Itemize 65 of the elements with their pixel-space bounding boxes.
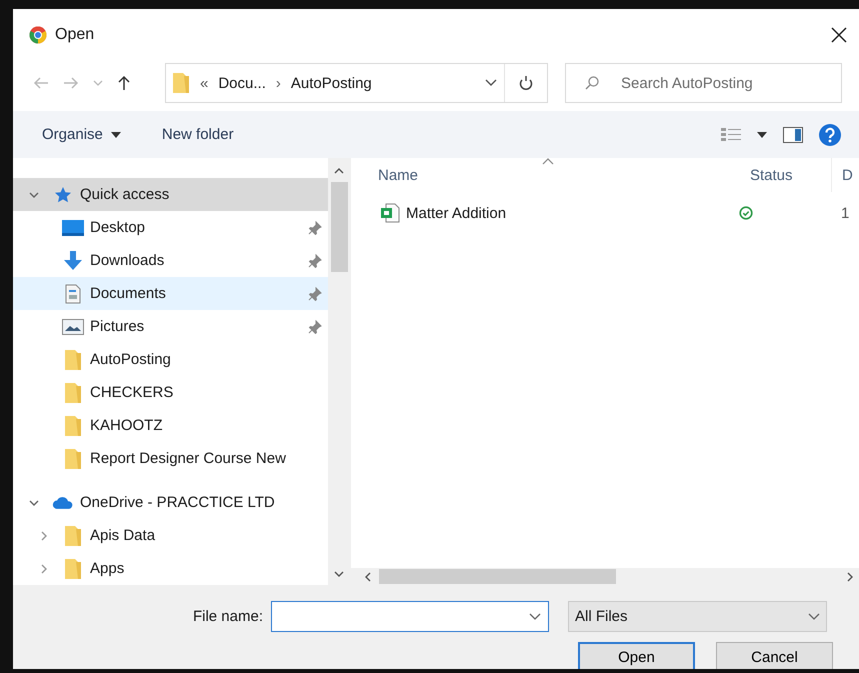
nav-item-label[interactable]: OneDrive - PRACCTICE LTD: [80, 494, 322, 511]
column-header[interactable]: Name: [351, 158, 723, 192]
view-icon[interactable]: [721, 128, 741, 142]
overflow-chevron[interactable]: «: [200, 74, 208, 92]
file-name-field[interactable]: [271, 601, 549, 632]
dialog-button[interactable]: Cancel: [716, 642, 833, 669]
caret-icon: [110, 132, 121, 138]
scroll-right-icon[interactable]: [845, 570, 855, 582]
pictures-icon: [62, 318, 84, 334]
nav-item-label[interactable]: Apps: [90, 560, 322, 577]
spreadsheet-file-icon: [380, 203, 400, 223]
new-folder-button[interactable]: New folder: [162, 122, 234, 147]
preview-pane-icon[interactable]: [783, 126, 803, 142]
column-header[interactable]: D: [831, 158, 859, 192]
file-name-label: File name:: [192, 608, 264, 625]
nav-item-label[interactable]: Apis Data: [90, 527, 322, 544]
nav-item-label[interactable]: Pictures: [90, 318, 308, 335]
nav-item-label[interactable]: Downloads: [90, 252, 308, 269]
table-cell-text: 1: [840, 204, 850, 222]
nav-item[interactable]: Quick access: [13, 178, 328, 211]
nav-item-label[interactable]: CHECKERS: [90, 384, 322, 401]
nav-item-label[interactable]: AutoPosting: [90, 351, 322, 368]
nav-item-label[interactable]: KAHOOTZ: [90, 417, 322, 434]
folder-icon: [64, 558, 82, 580]
file-type-dropdown[interactable]: All Files: [568, 601, 827, 632]
nav-item-label[interactable]: Report Designer Course New: [90, 450, 322, 467]
desktop-icon: [62, 220, 84, 236]
cloud-icon: [52, 494, 74, 510]
chevron-down-icon[interactable]: [808, 612, 820, 620]
caret-icon[interactable]: [757, 132, 767, 138]
nav-item-label[interactable]: Desktop: [90, 219, 308, 236]
breadcrumb[interactable]: AutoPosting: [290, 74, 372, 92]
document-icon: [65, 284, 81, 304]
folder-icon: [172, 72, 190, 94]
nav-item[interactable]: Documents: [13, 277, 328, 310]
sync-check-icon: [739, 206, 753, 220]
vertical-scrollbar[interactable]: [328, 158, 350, 585]
scroll-thumb[interactable]: [330, 182, 348, 272]
organise-menu[interactable]: Organise: [42, 122, 121, 147]
scroll-left-icon[interactable]: [363, 570, 373, 582]
folder-icon: [64, 348, 82, 370]
up-icon[interactable]: [117, 75, 131, 91]
folder-icon: [64, 414, 82, 436]
close-icon[interactable]: [831, 27, 847, 43]
search-icon: [585, 76, 599, 90]
folder-icon: [64, 448, 82, 470]
column-header[interactable]: Status: [723, 158, 831, 192]
download-icon: [62, 250, 84, 270]
scroll-up-icon[interactable]: [333, 166, 345, 176]
window-title: Open: [55, 26, 94, 44]
dialog-button[interactable]: Open: [578, 642, 695, 669]
breadcrumb-separator[interactable]: ›: [276, 74, 281, 92]
scroll-down-icon[interactable]: [333, 569, 345, 579]
folder-icon: [64, 382, 82, 404]
scroll-thumb[interactable]: [379, 569, 616, 584]
address-bar[interactable]: « Docu... › AutoPosting: [165, 63, 548, 103]
app-icon: [29, 26, 47, 44]
breadcrumb[interactable]: Docu...: [218, 74, 266, 92]
folder-icon: [64, 524, 82, 546]
search-field[interactable]: Search AutoPosting: [565, 63, 842, 103]
chevron-down-icon[interactable]: [485, 79, 497, 87]
file-name[interactable]: Matter Addition: [406, 204, 506, 222]
help-icon[interactable]: [819, 124, 841, 146]
star-icon: [54, 186, 72, 204]
chevron-down-icon[interactable]: [529, 613, 541, 621]
